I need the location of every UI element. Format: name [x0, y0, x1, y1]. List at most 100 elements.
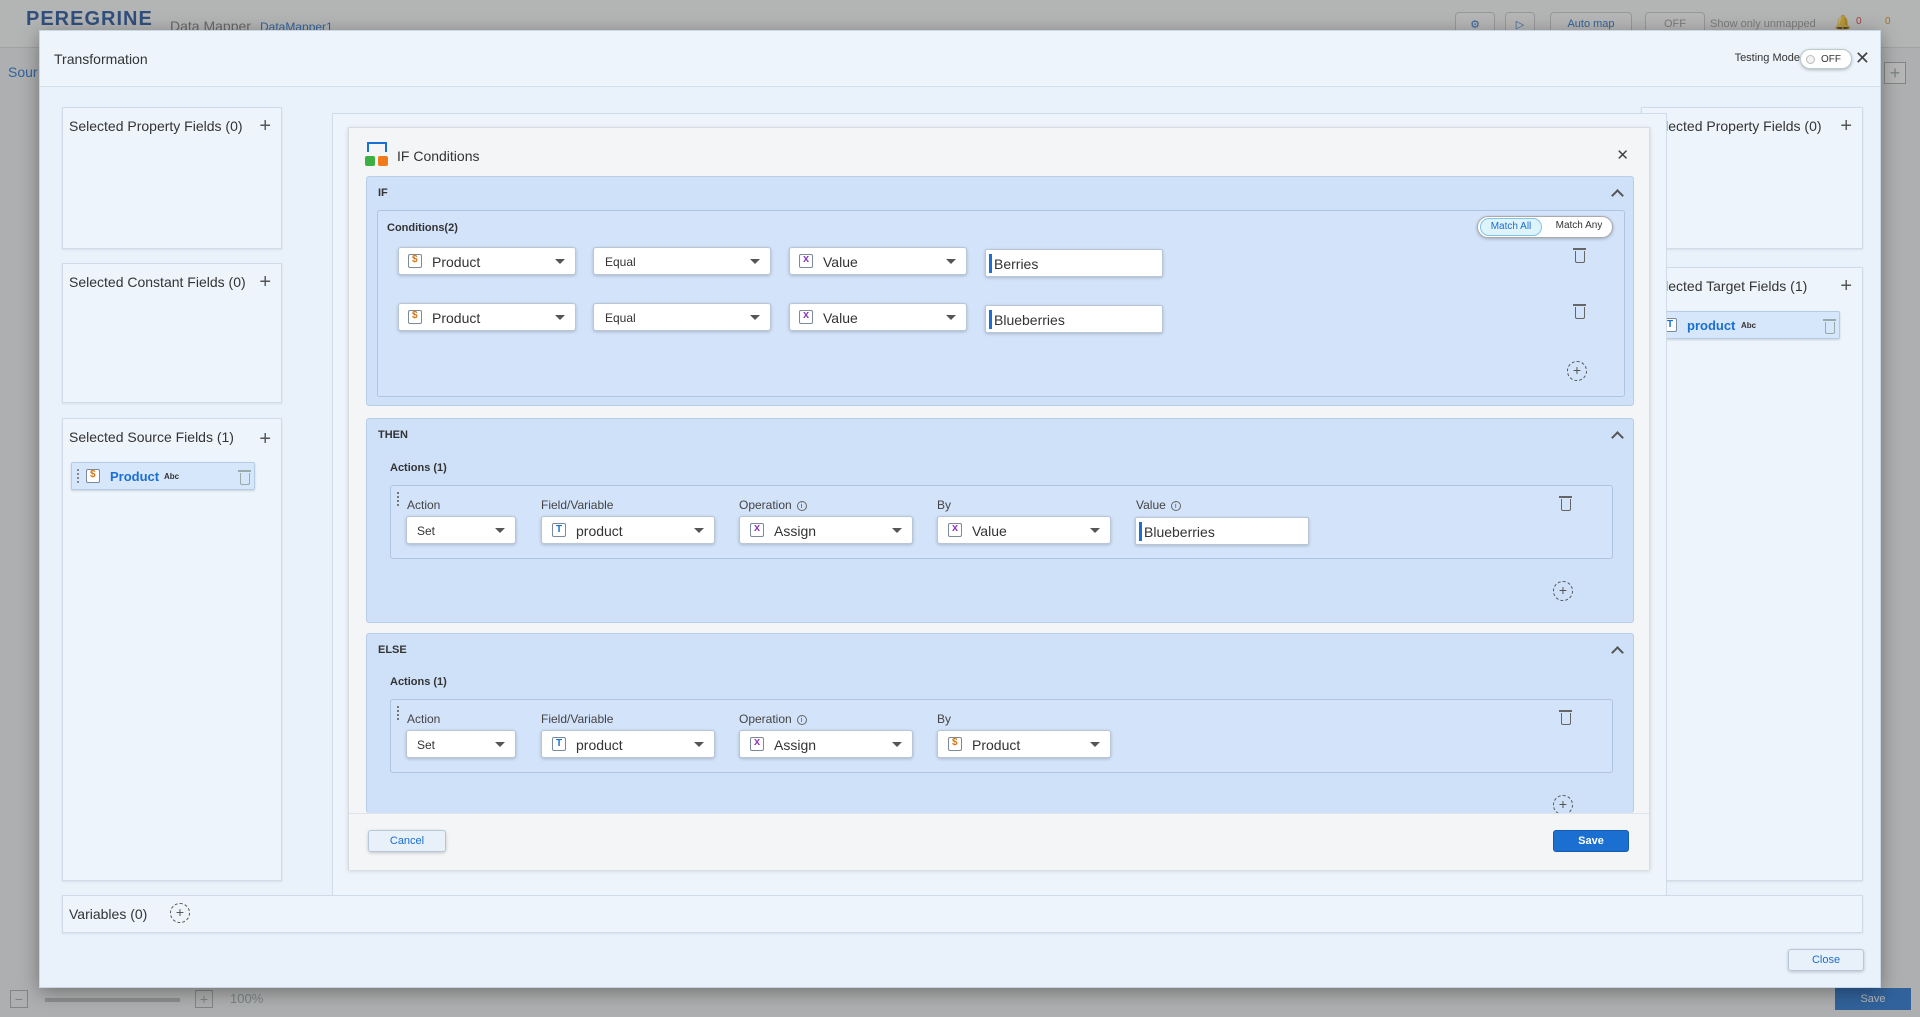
value-type-icon: [799, 309, 813, 324]
trash-icon[interactable]: [1559, 710, 1572, 725]
condition-operator-select[interactable]: Equal: [593, 303, 771, 331]
add-constant-field-icon[interactable]: +: [259, 272, 271, 292]
panel-title: Selected Constant Fields (0): [69, 274, 246, 290]
info-icon[interactable]: i: [796, 501, 807, 511]
collapse-chevron-icon[interactable]: [1611, 189, 1624, 202]
match-all-option[interactable]: Match All: [1480, 218, 1542, 236]
conditions-box: Conditions(2) Match All Match Any Produc…: [377, 210, 1625, 397]
source-field-chip[interactable]: Product Abc: [71, 462, 255, 490]
if-conditions-icon: [365, 142, 391, 170]
add-condition-icon[interactable]: +: [1567, 361, 1587, 381]
condition-operator-select[interactable]: Equal: [593, 247, 771, 275]
close-icon[interactable]: ✕: [1616, 147, 1629, 165]
condition-field-value: Product: [432, 310, 481, 326]
target-field-chip[interactable]: product Abc: [1648, 311, 1840, 339]
target-field-type: Abc: [1741, 321, 1757, 330]
condition-field-select[interactable]: Product: [398, 303, 576, 331]
panel-title: Selected Property Fields (0): [69, 118, 243, 134]
operation-select[interactable]: Assign: [739, 730, 913, 758]
action-label: Action: [407, 712, 441, 726]
info-icon[interactable]: i: [1170, 501, 1181, 511]
testing-mode-state: OFF: [1821, 54, 1841, 65]
by-value: Value: [972, 523, 1007, 539]
operation-select[interactable]: Assign: [739, 516, 913, 544]
by-select[interactable]: Product: [937, 730, 1111, 758]
add-property-field-icon[interactable]: +: [259, 116, 271, 136]
condition-value-text: Berries: [994, 256, 1039, 272]
panel-title: Selected Source Fields (1): [69, 429, 234, 445]
value-type-icon: [948, 522, 962, 537]
operation-label: Operation i: [739, 498, 807, 512]
condition-field-select[interactable]: Product: [398, 247, 576, 275]
trash-icon[interactable]: [1823, 319, 1836, 334]
trash-icon[interactable]: [1573, 304, 1586, 319]
then-section: THEN Actions (1) Action Field/Variable O…: [366, 418, 1634, 623]
by-label: By: [937, 712, 952, 726]
action-select[interactable]: Set: [406, 730, 516, 758]
field-variable-select[interactable]: product: [541, 516, 715, 544]
trash-icon[interactable]: [1559, 496, 1572, 511]
close-icon[interactable]: ✕: [1855, 49, 1870, 67]
collapse-chevron-icon[interactable]: [1611, 646, 1624, 659]
then-actions-label: Actions (1): [390, 462, 447, 474]
then-value-input[interactable]: Blueberries: [1135, 517, 1309, 545]
trash-icon[interactable]: [238, 470, 251, 485]
collapse-chevron-icon[interactable]: [1611, 431, 1624, 444]
assign-operation-icon: [750, 736, 764, 751]
chevron-down-icon: [1090, 742, 1100, 747]
condition-type-value: Value: [823, 310, 858, 326]
target-fields-panel: Selected Target Fields (1) + product Abc: [1641, 267, 1863, 881]
variables-label: Variables (0): [69, 906, 148, 922]
panel-title: Selected Property Fields (0): [1648, 118, 1822, 134]
right-property-fields-panel: Selected Property Fields (0) +: [1641, 107, 1863, 249]
add-property-field-icon[interactable]: +: [1840, 116, 1852, 136]
condition-value-input[interactable]: Berries: [985, 249, 1163, 277]
add-variable-icon[interactable]: +: [170, 903, 190, 923]
chevron-down-icon: [946, 259, 956, 264]
condition-operator-value: Equal: [605, 255, 636, 269]
action-label: Action: [407, 498, 441, 512]
action-select[interactable]: Set: [406, 516, 516, 544]
add-action-icon[interactable]: +: [1553, 581, 1573, 601]
condition-type-select[interactable]: Value: [789, 303, 967, 331]
else-actions-label: Actions (1): [390, 676, 447, 688]
modal-close-button[interactable]: Close: [1788, 949, 1864, 971]
else-section: ELSE Actions (1) Action Field/Variable O…: [366, 633, 1634, 813]
modal-title: Transformation: [54, 51, 148, 67]
then-section-header: THEN: [378, 429, 408, 441]
operation-value: Assign: [774, 737, 817, 753]
add-action-icon[interactable]: +: [1553, 795, 1573, 813]
info-icon[interactable]: i: [796, 715, 807, 725]
else-action-row: Action Field/Variable Operation i By Set …: [390, 699, 1613, 773]
add-source-field-icon[interactable]: +: [259, 429, 271, 449]
operation-value: Assign: [774, 523, 817, 539]
trash-icon[interactable]: [1573, 248, 1586, 263]
value-label: Value i: [1136, 498, 1181, 512]
field-variable-select[interactable]: product: [541, 730, 715, 758]
source-field-label: Product: [110, 469, 160, 484]
condition-type-select[interactable]: Value: [789, 247, 967, 275]
testing-mode-label: Testing Mode: [1734, 52, 1800, 64]
drag-handle-icon[interactable]: [77, 469, 80, 483]
chevron-down-icon: [1090, 528, 1100, 533]
drag-handle-icon[interactable]: [397, 706, 401, 720]
testing-mode-toggle[interactable]: OFF: [1800, 49, 1852, 69]
text-field-icon: [552, 737, 566, 751]
save-button[interactable]: Save: [1553, 830, 1629, 852]
chevron-down-icon: [892, 742, 902, 747]
add-target-field-icon[interactable]: +: [1840, 276, 1852, 296]
by-select[interactable]: Value: [937, 516, 1111, 544]
drag-handle-icon[interactable]: [397, 492, 401, 506]
operation-label: Operation i: [739, 712, 807, 726]
transformation-canvas: IF Conditions ✕ IF Conditions(2) Match A…: [332, 113, 1667, 896]
condition-value-input[interactable]: Blueberries: [985, 305, 1163, 333]
chevron-down-icon: [694, 742, 704, 747]
cancel-button[interactable]: Cancel: [368, 830, 446, 852]
string-field-icon: [948, 737, 962, 751]
if-panel-footer: Cancel Save: [349, 813, 1649, 870]
text-field-icon: [552, 523, 566, 537]
match-any-option[interactable]: Match Any: [1548, 220, 1610, 231]
conditions-label: Conditions(2): [387, 222, 458, 234]
if-conditions-panel: IF Conditions ✕ IF Conditions(2) Match A…: [348, 127, 1650, 870]
condition-operator-value: Equal: [605, 311, 636, 325]
